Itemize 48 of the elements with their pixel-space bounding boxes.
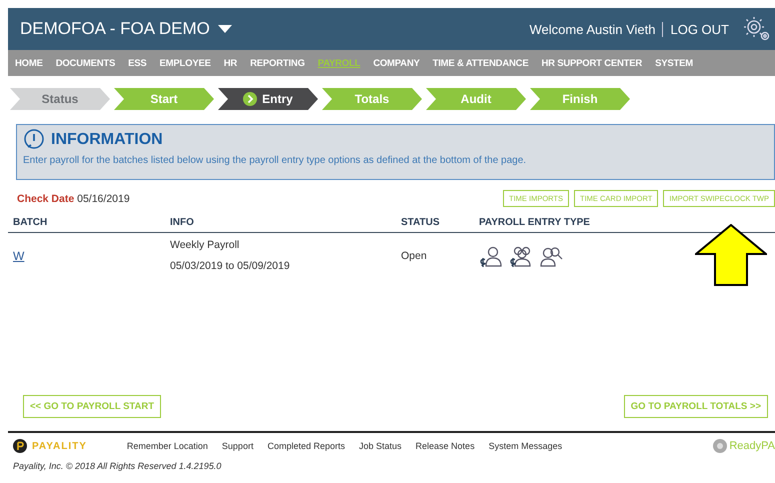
step-tab[interactable]: Start	[114, 88, 214, 110]
table-cell-text: Weekly Payroll	[170, 239, 240, 251]
table-cell-text: Open	[401, 250, 428, 262]
next-button[interactable]: GO TO PAYROLL TOTALS >>	[624, 395, 768, 418]
footer-link[interactable]: Release Notes	[416, 441, 475, 451]
nav-menu-item[interactable]: PAYROLL	[318, 58, 360, 68]
footer-link[interactable]: Completed Reports	[267, 441, 345, 451]
arrow-icon	[695, 224, 767, 286]
nav-menu-item[interactable]: HR SUPPORT CENTER	[541, 58, 642, 68]
chevron-icon	[243, 92, 258, 106]
welcome-text: Welcome Austin Vieth	[530, 22, 664, 36]
logo-icon	[13, 439, 27, 453]
caret-icon[interactable]	[218, 24, 232, 34]
nav-menu-item[interactable]: DOCUMENTS	[56, 58, 116, 68]
nav-menu-item[interactable]: TIME & ATTENDANCE	[432, 58, 528, 68]
step-tab[interactable]: Finish	[530, 88, 630, 110]
batch-link[interactable]: W	[13, 248, 24, 262]
copyright-text: Payality, Inc. © 2018 All Rights Reserved 1.4.2195.0	[13, 461, 222, 471]
partner-logo-icon	[713, 439, 728, 453]
footer-link[interactable]: System Messages	[488, 441, 562, 451]
nav-menu-item[interactable]: REPORTING	[250, 58, 305, 68]
footer-link[interactable]: Support	[222, 441, 254, 451]
table-cell-text: 05/03/2019 to 05/09/2019	[170, 260, 291, 272]
logout-link[interactable]: LOG OUT	[663, 22, 743, 36]
info-icon	[23, 129, 45, 151]
logo-text: PAYALITY	[32, 440, 87, 452]
information-title: INFORMATION	[51, 131, 163, 149]
column-header: BATCH	[13, 217, 48, 228]
nav-menu-item[interactable]: EMPLOYEE	[160, 58, 211, 68]
back-button[interactable]: << GO TO PAYROLL START	[23, 395, 162, 418]
information-text: Enter payroll for the batches listed below using the payroll entry type options as defined at the bottom of the page.	[23, 155, 528, 166]
step-tab[interactable]: Audit	[426, 88, 526, 110]
step-tab[interactable]: Entry	[218, 88, 318, 110]
partner-logo-text: ReadyPA	[729, 440, 775, 452]
nav-menu-item[interactable]: COMPANY	[373, 58, 420, 68]
nav-menu-item[interactable]: HR	[224, 58, 238, 68]
column-header: STATUS	[401, 217, 441, 228]
nav-menu-item[interactable]: ESS	[128, 58, 147, 68]
column-header: PAYROLL ENTRY TYPE	[479, 217, 591, 228]
check-date: Check Date 05/16/2019	[17, 192, 130, 204]
settings-icon[interactable]	[743, 16, 771, 42]
footer-link[interactable]: Job Status	[359, 441, 402, 451]
nav-menu-item[interactable]: SYSTEM	[655, 58, 693, 68]
footer-link[interactable]: Remember Location	[126, 441, 208, 451]
step-tab[interactable]: Totals	[322, 88, 422, 110]
nav-menu-item[interactable]: HOME	[15, 58, 43, 68]
company-selector[interactable]: DEMOFOA - FOA DEMO	[20, 19, 210, 39]
column-header: INFO	[170, 217, 195, 228]
